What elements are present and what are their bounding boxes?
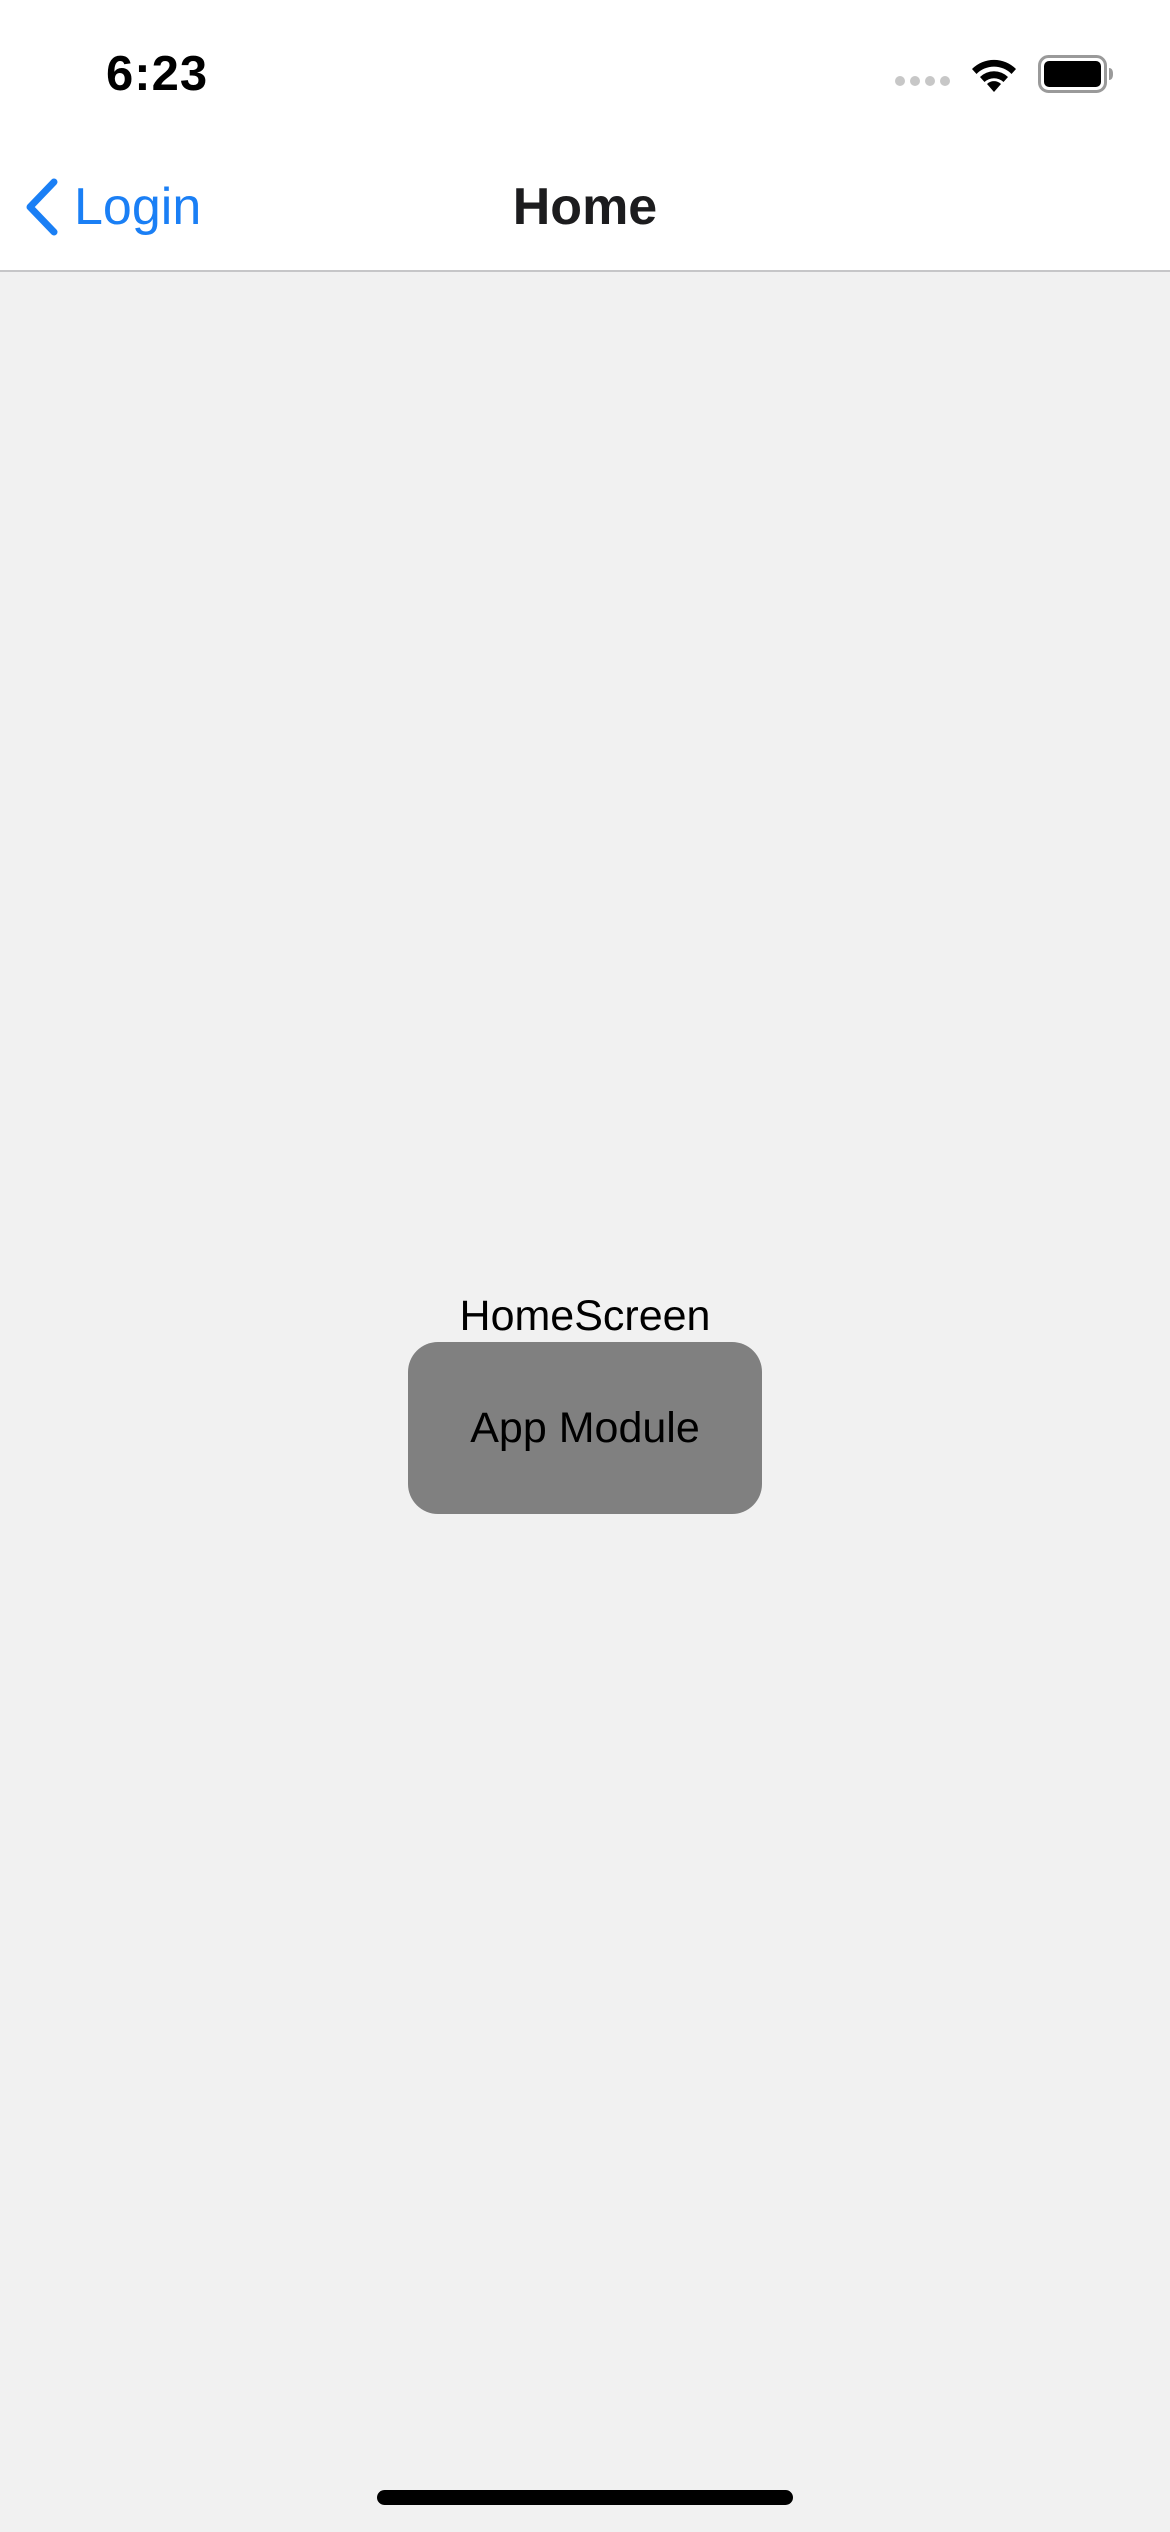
screen-label: HomeScreen	[459, 1292, 711, 1340]
back-button[interactable]: Login	[22, 172, 201, 242]
home-indicator[interactable]	[377, 2490, 793, 2505]
chevron-left-icon	[22, 176, 62, 238]
cellular-signal-icon	[895, 62, 950, 86]
wifi-icon	[968, 54, 1020, 94]
back-button-label: Login	[74, 178, 202, 236]
top-chrome: 6:23 Home Login	[0, 0, 1170, 272]
app-module-button-label: App Module	[470, 1404, 700, 1452]
status-icons	[895, 52, 1114, 96]
battery-icon	[1038, 55, 1114, 93]
status-time: 6:23	[106, 47, 209, 101]
app-module-button[interactable]: App Module	[408, 1342, 762, 1514]
